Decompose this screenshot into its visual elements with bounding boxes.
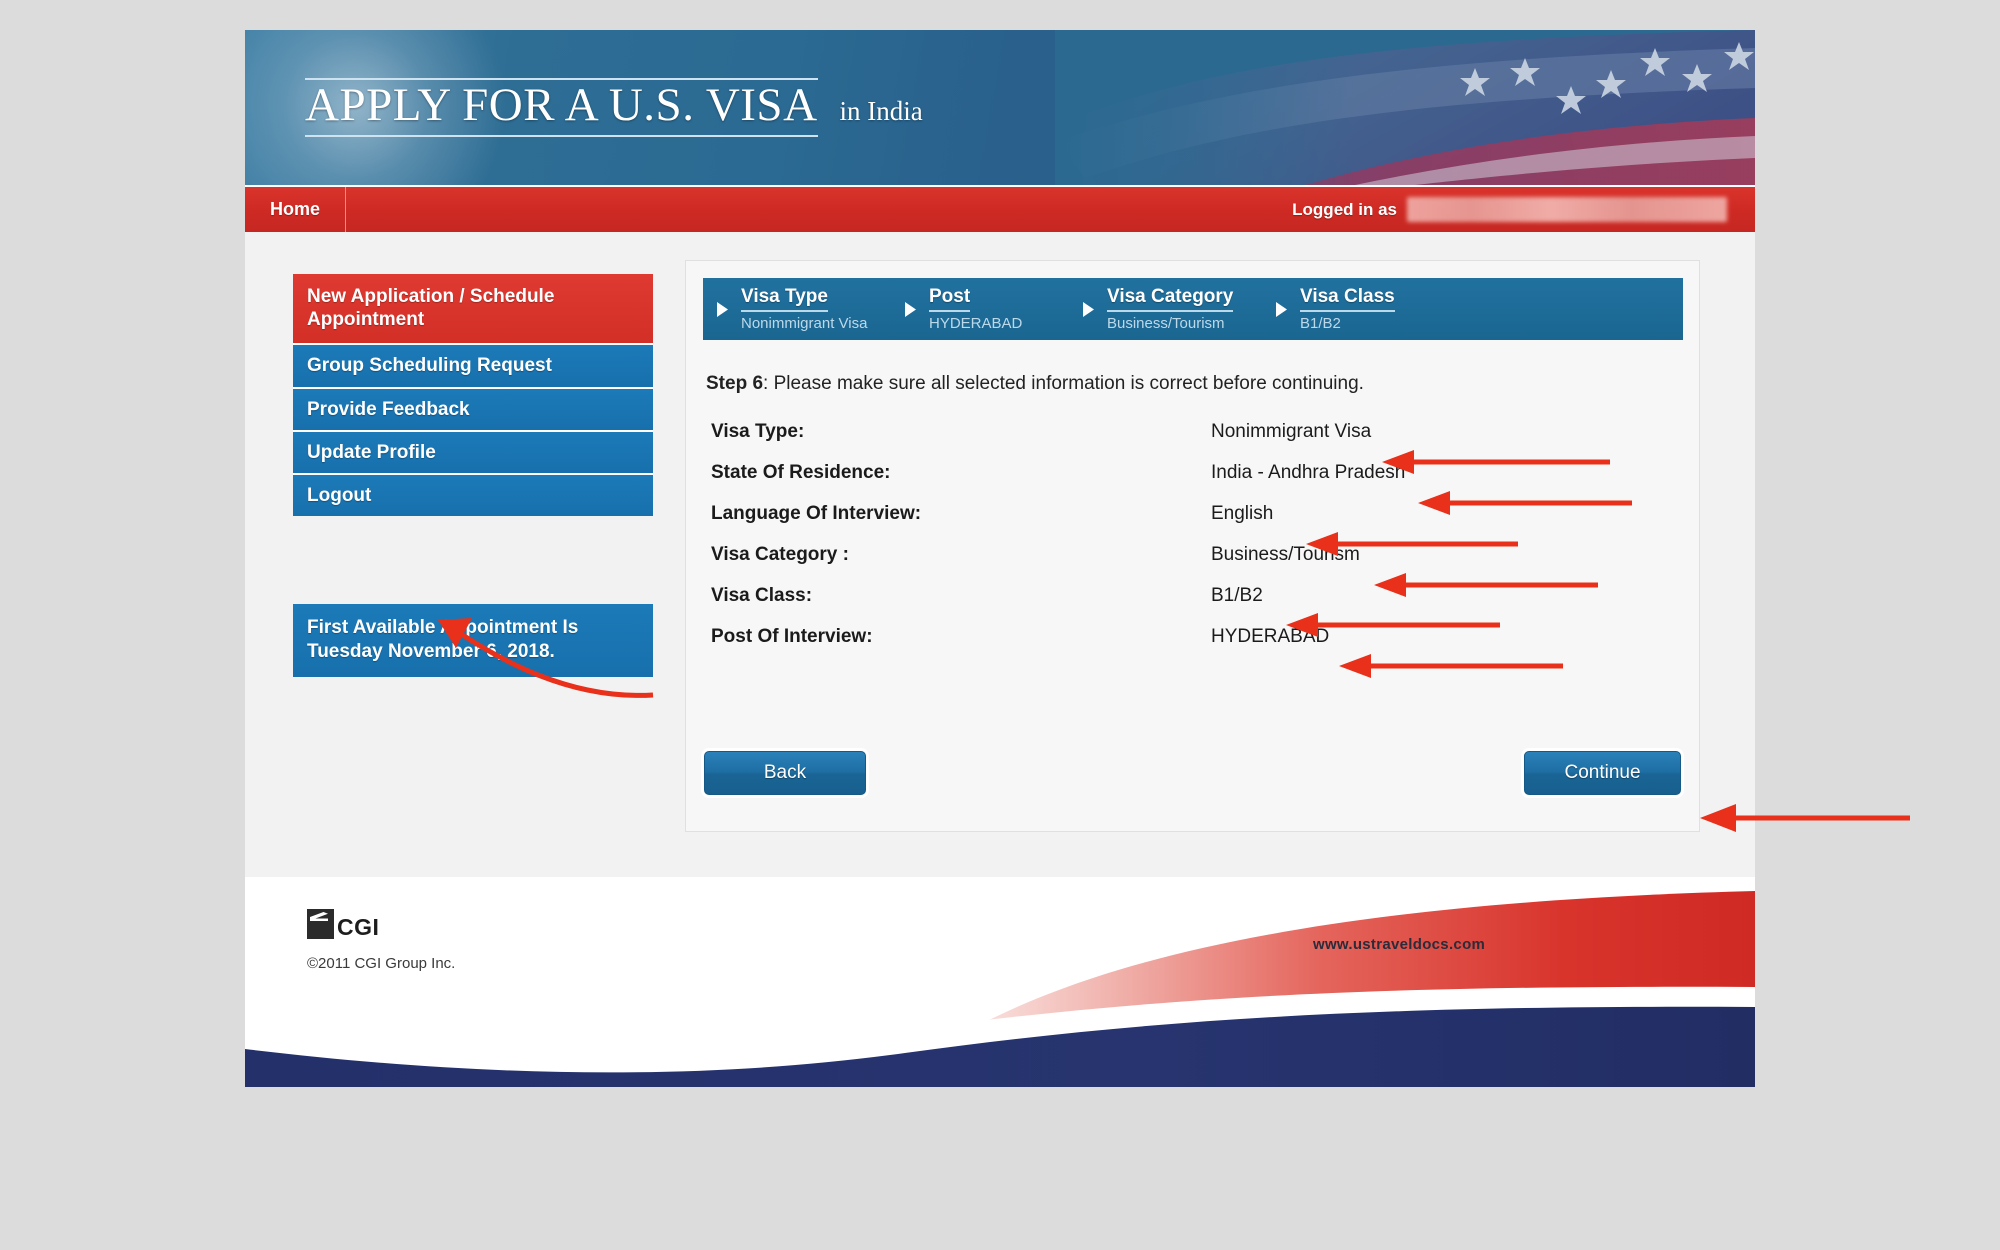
summary-label: Visa Class:	[711, 585, 813, 606]
banner-title: APPLY FOR A U.S. VISA in India	[305, 78, 923, 137]
flag-fade	[1055, 30, 1355, 185]
sidebar-menu: New Application / Schedule Appointment G…	[293, 274, 653, 677]
logged-in-label: Logged in as	[1292, 199, 1397, 219]
footer-wave-graphic	[245, 877, 1755, 1087]
banner-title-country: in India	[839, 96, 923, 126]
browser-page: APPLY FOR A U.S. VISA in India Home Logg…	[245, 30, 1755, 1087]
summary-label: State Of Residence:	[711, 462, 891, 483]
breadcrumb-title: Visa Class	[1300, 286, 1395, 312]
summary-row-language-of-interview: Language Of Interview: English	[711, 503, 1671, 544]
breadcrumb-value: Business/Tourism	[1107, 315, 1225, 332]
banner-title-main: APPLY FOR A U.S. VISA	[305, 78, 818, 137]
step-number: Step 6	[706, 373, 764, 394]
site-banner: APPLY FOR A U.S. VISA in India	[245, 30, 1755, 185]
sidebar-item-group-scheduling[interactable]: Group Scheduling Request	[293, 343, 653, 387]
sidebar-item-provide-feedback[interactable]: Provide Feedback	[293, 386, 653, 430]
breadcrumb-title: Visa Category	[1107, 286, 1234, 312]
breadcrumb-item-visa-class[interactable]: Visa Class B1/B2	[1294, 286, 1456, 332]
page-body: New Application / Schedule Appointment G…	[245, 232, 1755, 877]
chevron-right-icon	[1268, 301, 1294, 318]
summary-value: English	[1211, 503, 1274, 524]
summary-row-visa-category: Visa Category : Business/Tourism	[711, 544, 1671, 585]
top-navigation-bar: Home Logged in as	[245, 185, 1755, 232]
sidebar-item-logout[interactable]: Logout	[293, 472, 653, 517]
summary-value: Nonimmigrant Visa	[1211, 421, 1372, 442]
summary-row-visa-class: Visa Class: B1/B2	[711, 585, 1671, 626]
summary-row-state-of-residence: State Of Residence: India - Andhra Prade…	[711, 462, 1671, 503]
summary-value: India - Andhra Pradesh	[1211, 462, 1406, 483]
chevron-right-icon	[709, 301, 735, 318]
continue-button[interactable]: Continue	[1524, 751, 1681, 795]
summary-value: B1/B2	[1211, 585, 1263, 606]
first-available-appointment-notice: First Available Appointment Is Tuesday N…	[293, 604, 653, 677]
step-description: : Please make sure all selected informat…	[763, 373, 1364, 394]
summary-row-post-of-interview: Post Of Interview: HYDERABAD	[711, 626, 1671, 667]
breadcrumb-item-visa-category[interactable]: Visa Category Business/Tourism	[1101, 286, 1268, 332]
logged-in-area: Logged in as	[1292, 187, 1727, 232]
sidebar-item-update-profile[interactable]: Update Profile	[293, 429, 653, 473]
breadcrumb-title: Visa Type	[741, 286, 828, 312]
summary-list: Visa Type: Nonimmigrant Visa State Of Re…	[711, 421, 1671, 667]
summary-label: Visa Category :	[711, 544, 849, 565]
summary-label: Language Of Interview:	[711, 503, 922, 524]
step-instruction: Step 6: Please make sure all selected in…	[706, 373, 1364, 395]
breadcrumb-value: Nonimmigrant Visa	[741, 315, 868, 332]
chevron-right-icon	[1075, 301, 1101, 318]
breadcrumb-title: Post	[929, 286, 971, 312]
flag-graphic	[1055, 30, 1755, 185]
copyright-text: ©2011 CGI Group Inc.	[307, 955, 456, 972]
back-button[interactable]: Back	[704, 751, 866, 795]
breadcrumb-item-post[interactable]: Post HYDERABAD	[923, 286, 1075, 332]
username-redacted	[1407, 197, 1727, 222]
summary-row-visa-type: Visa Type: Nonimmigrant Visa	[711, 421, 1671, 462]
breadcrumb: Visa Type Nonimmigrant Visa Post HYDERAB…	[703, 278, 1683, 340]
site-footer: CGI ©2011 CGI Group Inc. www.ustraveldoc…	[245, 877, 1755, 1087]
summary-value: Business/Tourism	[1211, 544, 1360, 565]
nav-home-link[interactable]: Home	[245, 187, 346, 232]
breadcrumb-value: HYDERABAD	[929, 315, 1023, 332]
sidebar-item-new-application[interactable]: New Application / Schedule Appointment	[293, 274, 653, 344]
summary-label: Post Of Interview:	[711, 626, 873, 647]
screenshot-root: APPLY FOR A U.S. VISA in India Home Logg…	[0, 0, 2000, 1250]
content-panel: Visa Type Nonimmigrant Visa Post HYDERAB…	[685, 260, 1700, 832]
cgi-mark-icon	[307, 909, 334, 939]
cgi-logo-text: CGI	[337, 914, 380, 941]
footer-url: www.ustraveldocs.com	[1313, 936, 1486, 953]
chevron-right-icon	[897, 301, 923, 318]
breadcrumb-value: B1/B2	[1300, 315, 1341, 332]
summary-value: HYDERABAD	[1211, 626, 1330, 647]
breadcrumb-item-visa-type[interactable]: Visa Type Nonimmigrant Visa	[735, 286, 897, 332]
cgi-logo: CGI	[307, 909, 379, 939]
summary-label: Visa Type:	[711, 421, 805, 442]
